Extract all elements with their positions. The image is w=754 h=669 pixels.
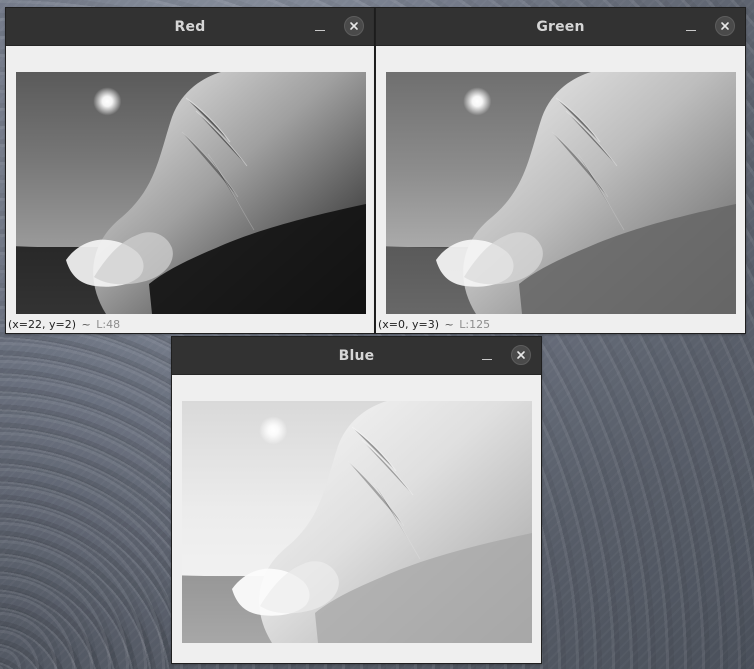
red-window-titlebar[interactable]: Red	[6, 8, 374, 46]
desktop: Red (x=22, y=2) ~ L:48 Green (x=0, y=3) …	[0, 0, 754, 669]
blue-window-title: Blue	[338, 347, 375, 364]
close-button[interactable]	[511, 345, 531, 365]
green-status-bar: (x=0, y=3) ~ L:125	[378, 318, 490, 331]
red-status-coordinates: (x=22, y=2)	[8, 318, 77, 331]
minimize-button[interactable]	[685, 16, 697, 36]
close-button[interactable]	[344, 16, 364, 36]
desktop-swirls	[0, 319, 180, 669]
blue-channel-window[interactable]: Blue	[171, 336, 542, 664]
minimize-button[interactable]	[481, 345, 493, 365]
blue-window-controls	[481, 345, 531, 365]
green-status-level: L:125	[459, 318, 491, 331]
red-status-bar: (x=22, y=2) ~ L:48	[8, 318, 120, 331]
green-window-content: (x=0, y=3) ~ L:125	[376, 46, 745, 333]
red-window-content: (x=22, y=2) ~ L:48	[6, 46, 374, 333]
red-status-separator: ~	[81, 318, 91, 331]
close-button[interactable]	[715, 16, 735, 36]
blue-channel-image	[182, 401, 532, 643]
close-icon	[716, 17, 734, 35]
minimize-button[interactable]	[314, 16, 326, 36]
close-icon	[512, 346, 530, 364]
red-status-level: L:48	[96, 318, 121, 331]
blue-window-content	[172, 375, 541, 663]
green-window-titlebar[interactable]: Green	[376, 8, 745, 46]
green-window-controls	[685, 16, 735, 36]
blue-window-titlebar[interactable]: Blue	[172, 337, 541, 375]
red-window-controls	[314, 16, 364, 36]
red-channel-window[interactable]: Red (x=22, y=2) ~ L:48	[5, 7, 375, 334]
red-channel-image	[16, 72, 366, 314]
green-channel-window[interactable]: Green (x=0, y=3) ~ L:125	[375, 7, 746, 334]
green-channel-image	[386, 72, 736, 314]
green-status-separator: ~	[444, 318, 454, 331]
green-status-coordinates: (x=0, y=3)	[378, 318, 440, 331]
close-icon	[345, 17, 363, 35]
red-window-title: Red	[174, 18, 206, 35]
green-window-title: Green	[536, 18, 585, 35]
